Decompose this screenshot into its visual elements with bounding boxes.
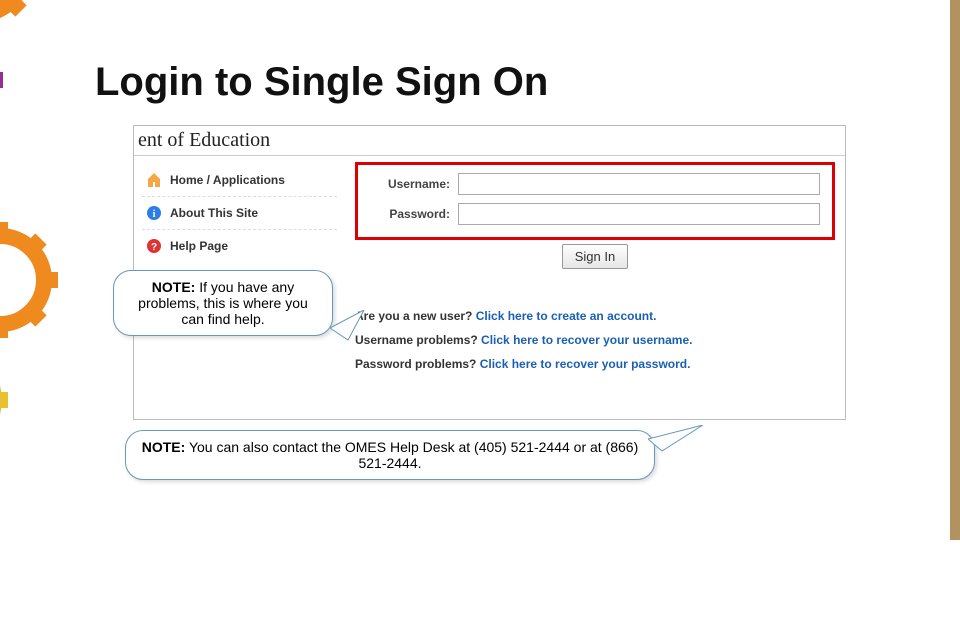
recover-username-link[interactable]: Username problems? Click here to recover… [355,333,835,347]
note-callout-omes: NOTE: You can also contact the OMES Help… [125,430,655,480]
help-links: Are you a new user? Click here to create… [355,309,835,371]
username-label: Username: [370,177,450,191]
right-edge-bar [950,0,960,540]
sign-in-button[interactable]: Sign In [562,244,628,269]
info-icon: i [146,205,162,221]
partial-site-header: ent of Education [134,126,845,156]
username-input[interactable] [458,173,820,195]
callout-tail-icon [648,425,708,455]
note-callout-help-page: NOTE: If you have any problems, this is … [113,270,333,336]
sidebar-item-label: Home / Applications [170,173,285,187]
sidebar-nav: Home / Applications i About This Site ? … [134,156,345,381]
sidebar-item-label: Help Page [170,239,228,253]
password-input[interactable] [458,203,820,225]
login-form-highlighted: Username: Password: [355,162,835,240]
password-label: Password: [370,207,450,221]
home-icon [146,172,162,188]
sidebar-item-about[interactable]: i About This Site [142,199,337,227]
recover-password-link[interactable]: Password problems? Click here to recover… [355,357,835,371]
svg-text:?: ? [151,242,157,253]
sidebar-item-home[interactable]: Home / Applications [142,166,337,194]
sidebar-item-label: About This Site [170,206,258,220]
svg-text:i: i [153,209,156,220]
login-area: Username: Password: Sign In Are you a ne… [345,156,845,381]
new-user-link[interactable]: Are you a new user? Click here to create… [355,309,835,323]
help-icon: ? [146,238,162,254]
callout-tail-icon [330,310,370,350]
page-title: Login to Single Sign On [95,60,548,105]
sidebar-item-help[interactable]: ? Help Page [142,232,337,260]
